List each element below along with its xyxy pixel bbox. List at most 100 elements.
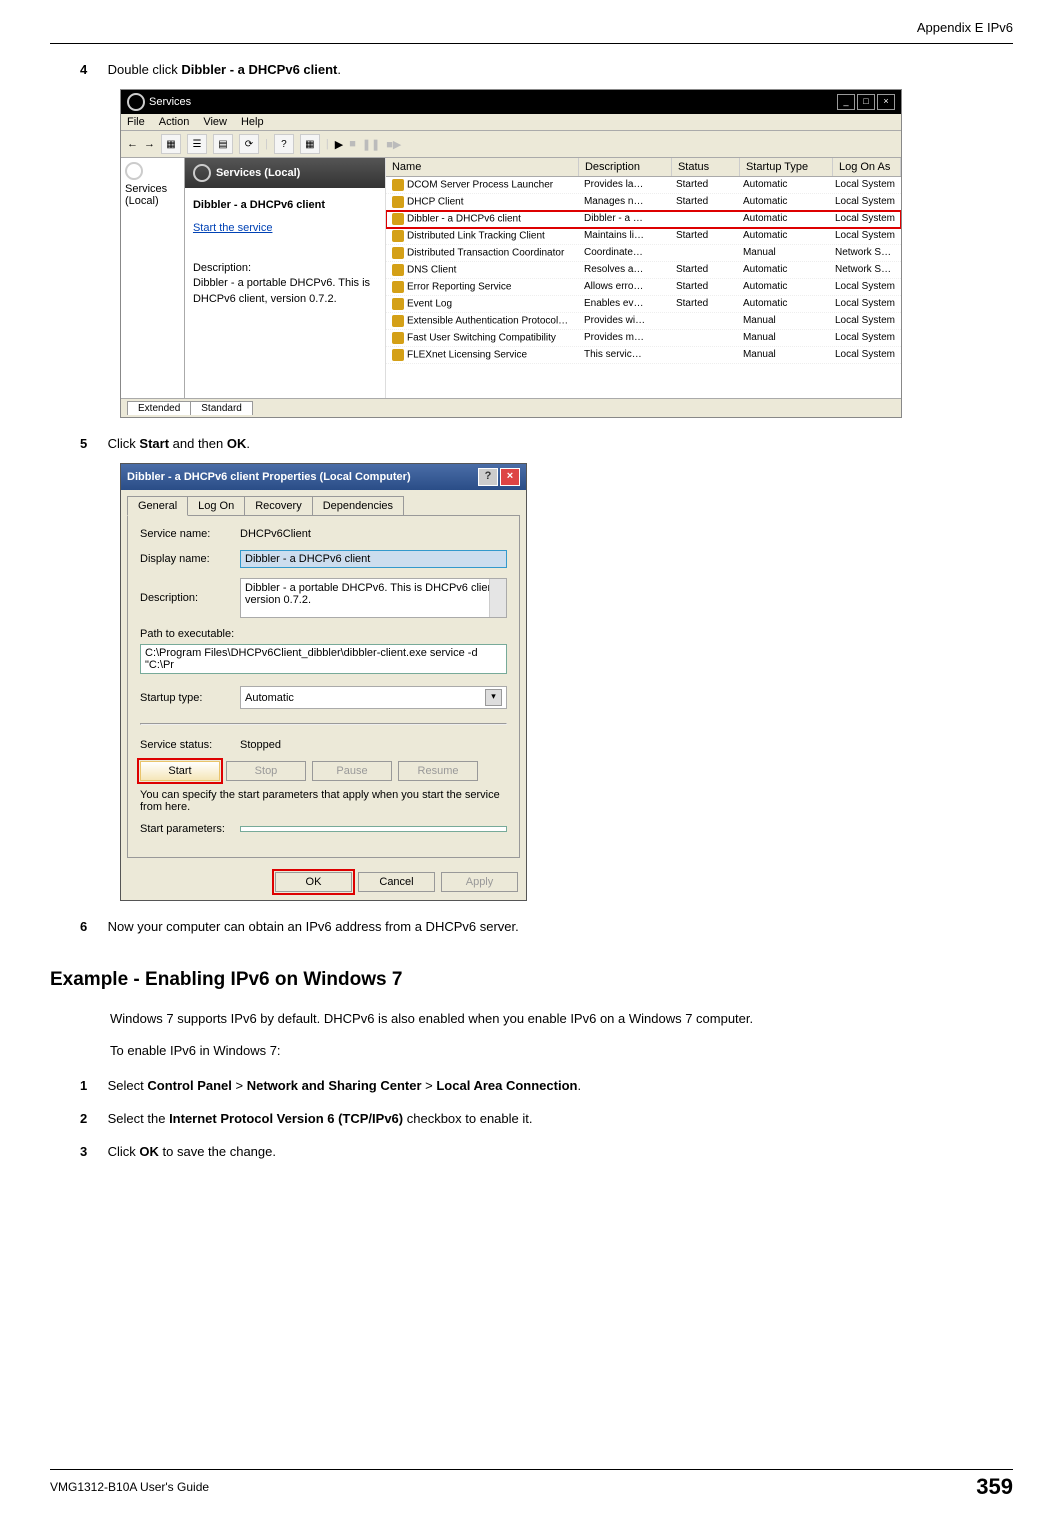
table-row[interactable]: DNS ClientResolves a…StartedAutomaticNet… [386,262,901,279]
t: > [422,1078,437,1093]
toolbar-btn[interactable]: ⟳ [239,134,259,154]
col-status[interactable]: Status [672,158,740,176]
t: OK [139,1144,159,1159]
tree-item[interactable]: Services (Local) [125,183,167,207]
minimize-button[interactable]: _ [837,94,855,110]
tab-general[interactable]: General [127,496,188,516]
step2-2: 2 Select the Internet Protocol Version 6… [80,1111,1013,1126]
start-service-link[interactable]: Start the service [193,221,272,236]
startup-select[interactable]: Automatic▾ [240,686,507,709]
chevron-down-icon[interactable]: ▾ [485,689,502,706]
toolbar-btn[interactable]: ▤ [213,134,233,154]
col-name[interactable]: Name [386,158,579,176]
step-4-num: 4 [80,62,104,77]
status-value: Stopped [240,739,281,751]
t: Control Panel [147,1078,232,1093]
close-button[interactable]: × [500,468,520,486]
maximize-button[interactable]: □ [857,94,875,110]
scrollbar[interactable] [489,579,506,617]
step-4: 4 Double click Dibbler - a DHCPv6 client… [80,62,1013,77]
play-icon[interactable]: ▶ [335,138,343,151]
nav-back-icon[interactable]: ← [127,138,138,150]
t: Select [108,1078,148,1093]
toolbar-btn[interactable]: ▦ [161,134,181,154]
tab-logon[interactable]: Log On [187,496,245,516]
footer-rule [50,1469,1013,1470]
nav-fwd-icon[interactable]: → [144,138,155,150]
step-5-num: 5 [80,436,104,451]
t: . [577,1078,581,1093]
section-heading: Example - Enabling IPv6 on Windows 7 [50,969,1013,991]
path-input[interactable]: C:\Program Files\DHCPv6Client_dibbler\di… [140,644,507,674]
display-name-input[interactable]: Dibbler - a DHCPv6 client [240,550,507,568]
properties-titlebar[interactable]: Dibbler - a DHCPv6 client Properties (Lo… [121,464,526,490]
menu-help[interactable]: Help [241,116,264,128]
gear-icon [193,164,211,182]
start-params-note: You can specify the start parameters tha… [140,789,507,813]
step-6-text: Now your computer can obtain an IPv6 add… [108,919,519,934]
table-row[interactable]: Distributed Link Tracking ClientMaintain… [386,228,901,245]
apply-button: Apply [441,872,518,892]
table-row[interactable]: Dibbler - a DHCPv6 clientDibbler - a …Au… [386,211,901,228]
display-name-label: Display name: [140,553,240,565]
table-row[interactable]: DHCP ClientManages n…StartedAutomaticLoc… [386,194,901,211]
ok-button[interactable]: OK [275,872,352,892]
step2-1: 1 Select Control Panel > Network and Sha… [80,1078,1013,1093]
toolbar-btn[interactable]: ▦ [300,134,320,154]
tab-standard[interactable]: Standard [190,401,253,415]
header-appendix: Appendix E IPv6 [50,20,1013,35]
tab-recovery[interactable]: Recovery [244,496,312,516]
detail-desc: Dibbler - a portable DHCPv6. This is DHC… [193,276,377,307]
status-label: Service status: [140,739,240,751]
table-row[interactable]: DCOM Server Process LauncherProvides la…… [386,177,901,194]
table-row[interactable]: Fast User Switching CompatibilityProvide… [386,330,901,347]
table-row[interactable]: Distributed Transaction CoordinatorCoord… [386,245,901,262]
t: checkbox to enable it. [403,1111,532,1126]
table-row[interactable]: Event LogEnables ev…StartedAutomaticLoca… [386,296,901,313]
toolbar-btn[interactable]: ☰ [187,134,207,154]
menu-action[interactable]: Action [159,116,190,128]
start-params-input[interactable] [240,826,507,832]
tab-extended[interactable]: Extended [127,401,191,415]
tab-dependencies[interactable]: Dependencies [312,496,404,516]
cancel-button[interactable]: Cancel [358,872,435,892]
services-menubar: File Action View Help [121,114,901,131]
pause-button: Pause [312,761,392,781]
stop-icon[interactable]: ■ [349,138,356,150]
menu-view[interactable]: View [203,116,227,128]
description-label: Description: [140,592,240,604]
start-button[interactable]: Start [140,761,220,781]
properties-title: Dibbler - a DHCPv6 client Properties (Lo… [127,471,411,483]
restart-icon[interactable]: ■▶ [386,138,401,151]
col-logon[interactable]: Log On As [833,158,901,176]
services-tree[interactable]: Services (Local) [121,158,185,398]
table-row[interactable]: Extensible Authentication Protocol…Provi… [386,313,901,330]
toolbar-btn[interactable]: ? [274,134,294,154]
start-params-label: Start parameters: [140,823,240,835]
table-row[interactable]: Error Reporting ServiceAllows erro…Start… [386,279,901,296]
services-table-header: Name Description Status Startup Type Log… [386,158,901,177]
page-number: 359 [976,1474,1013,1500]
path-label: Path to executable: [140,628,507,640]
t: > [232,1078,247,1093]
col-startup[interactable]: Startup Type [740,158,833,176]
col-desc[interactable]: Description [579,158,672,176]
help-button[interactable]: ? [478,468,498,486]
services-window: Services _ □ × File Action View Help ← →… [120,89,902,418]
services-title: Services [149,96,191,108]
detail-header-text: Services (Local) [216,167,300,179]
service-name-value: DHCPv6Client [240,528,507,540]
services-titlebar[interactable]: Services _ □ × [121,90,901,114]
step-5-post: . [246,436,250,451]
description-input[interactable]: Dibbler - a portable DHCPv6. This is DHC… [240,578,507,618]
table-row[interactable]: FLEXnet Licensing ServiceThis servic…Man… [386,347,901,364]
startup-label: Startup type: [140,692,240,704]
pause-icon[interactable]: ❚❚ [362,138,380,151]
section-p2: To enable IPv6 in Windows 7: [110,1041,1013,1061]
services-icon [127,93,145,111]
menu-file[interactable]: File [127,116,145,128]
services-view-tabs: ExtendedStandard [121,398,901,417]
stop-button: Stop [226,761,306,781]
close-button[interactable]: × [877,94,895,110]
step-6-num: 6 [80,919,104,934]
